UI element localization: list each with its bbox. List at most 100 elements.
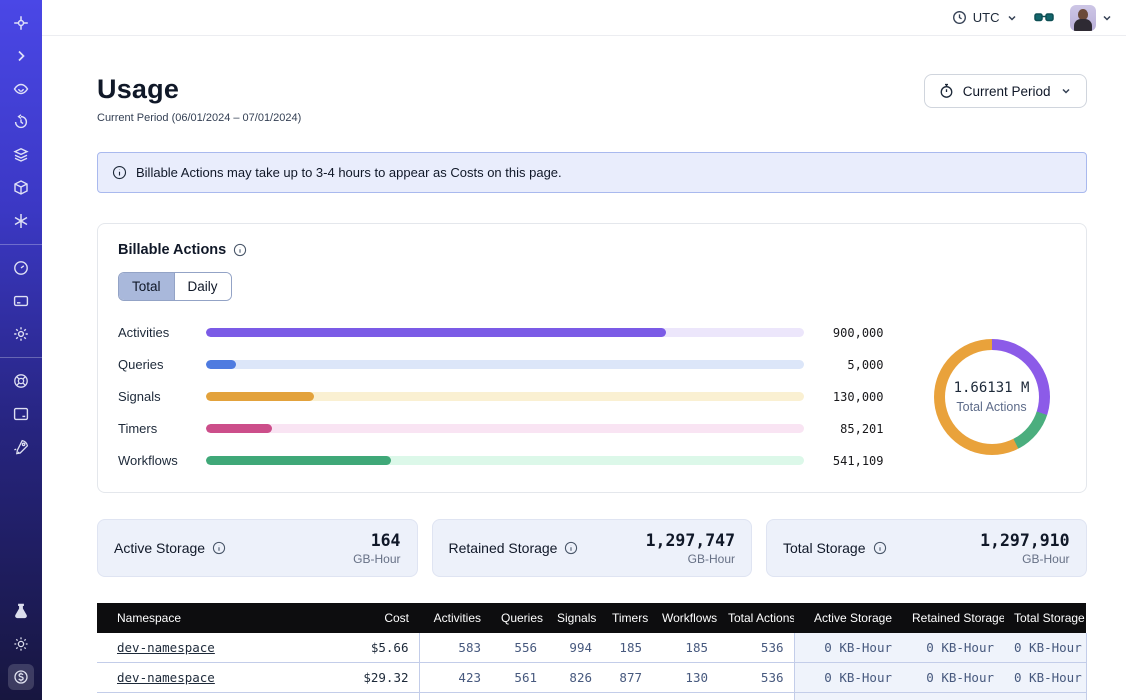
column-header: Retained Storage <box>902 603 1004 633</box>
usage-gauge-icon[interactable] <box>8 255 34 281</box>
bar-value: 900,000 <box>804 326 884 340</box>
sidebar-divider <box>0 244 42 245</box>
info-icon[interactable] <box>873 541 887 555</box>
tab-total[interactable]: Total <box>119 273 174 300</box>
period-selector-label: Current Period <box>963 84 1051 99</box>
feedback-glasses-icon[interactable] <box>1034 11 1054 25</box>
bar-label: Timers <box>118 421 206 436</box>
cell-total-actions: 130 <box>718 693 794 700</box>
info-icon[interactable] <box>212 541 226 555</box>
cell-cost: $29.32 <box>349 663 419 693</box>
topbar: UTC <box>42 0 1126 36</box>
deployments-icon[interactable] <box>8 142 34 168</box>
namespace-usage-table: NamespaceCostActivitiesQueriesSignalsTim… <box>97 603 1087 700</box>
cell-retained-storage: 0 KB-Hour <box>902 633 1004 663</box>
cell-active-storage: 0 KB-Hour <box>794 633 902 663</box>
cli-terminal-icon[interactable] <box>8 401 34 427</box>
column-header: Total Storage <box>1004 603 1086 633</box>
cell-total-actions: 536 <box>718 633 794 663</box>
cell-signals: 826 <box>547 663 602 693</box>
cell-queries: 561 <box>491 663 547 693</box>
account-menu[interactable] <box>1070 5 1113 31</box>
bar-label: Queries <box>118 357 206 372</box>
cell-cost: $5.66 <box>349 633 419 663</box>
schedules-icon[interactable] <box>8 109 34 135</box>
bar-track <box>206 424 804 433</box>
column-header: Activities <box>419 603 491 633</box>
chevron-down-icon <box>1060 85 1072 97</box>
cell-active-storage: 0 KB-Hour <box>794 663 902 693</box>
chevron-down-icon <box>1101 12 1113 24</box>
bar-label: Signals <box>118 389 206 404</box>
card-title: Billable Actions <box>118 242 226 258</box>
namespace-link[interactable]: dev-namespace <box>117 670 215 685</box>
bar-value: 541,109 <box>804 454 884 468</box>
table-row: dev-namespace$5.665835569941851855360 KB… <box>97 633 1086 663</box>
bar-label: Workflows <box>118 453 206 468</box>
column-header: Signals <box>547 603 602 633</box>
namespaces-icon[interactable] <box>8 76 34 102</box>
period-selector-button[interactable]: Current Period <box>924 74 1087 108</box>
info-icon[interactable] <box>564 541 578 555</box>
billable-actions-card: Billable Actions Total Daily Activities9… <box>97 223 1087 493</box>
table-header-row: NamespaceCostActivitiesQueriesSignalsTim… <box>97 603 1086 633</box>
sidebar <box>0 0 42 700</box>
bar-fill <box>206 392 314 401</box>
theme-sun-icon[interactable] <box>8 631 34 657</box>
bar-fill <box>206 360 236 369</box>
avatar-body <box>1074 19 1092 31</box>
usage-dollar-icon[interactable] <box>8 664 34 690</box>
bar-value: 85,201 <box>804 422 884 436</box>
billable-actions-chart: Activities900,000Queries5,000Signals130,… <box>118 325 1066 468</box>
cell-active-storage: 0 KB-Hour <box>794 693 902 700</box>
workflows-cube-icon[interactable] <box>8 175 34 201</box>
cell-workflows: 185 <box>652 633 718 663</box>
cell-total-actions: 536 <box>718 663 794 693</box>
column-header: Namespace <box>97 603 349 633</box>
cell-retained-storage: 0 KB-Hour <box>902 663 1004 693</box>
cell-queries: 556 <box>491 633 547 663</box>
timezone-selector[interactable]: UTC <box>952 10 1018 25</box>
total-actions-value: 1.66131 M <box>954 380 1030 396</box>
bar-row: Queries5,000 <box>118 357 884 372</box>
bar-fill <box>206 424 272 433</box>
sidebar-divider <box>0 357 42 358</box>
nexus-asterisk-icon[interactable] <box>8 208 34 234</box>
stat-label: Retained Storage <box>449 540 558 556</box>
stat-value: 164 <box>353 531 400 550</box>
cell-namespace: dev-namespace <box>97 693 349 700</box>
bar-track <box>206 360 804 369</box>
support-lifebuoy-icon[interactable] <box>8 368 34 394</box>
temporal-logo-icon[interactable] <box>8 10 34 36</box>
stat-unit: GB-Hour <box>980 552 1069 566</box>
cell-activities: 492 <box>419 693 491 700</box>
stat-unit: GB-Hour <box>646 552 735 566</box>
page-content: Usage Current Period (06/01/2024 – 07/01… <box>42 36 1126 700</box>
page-title: Usage <box>97 74 301 105</box>
total-actions-label: Total Actions <box>956 400 1026 414</box>
bar-fill <box>206 328 666 337</box>
collapse-chevron-icon[interactable] <box>8 43 34 69</box>
tab-daily[interactable]: Daily <box>174 273 231 300</box>
labs-flask-icon[interactable] <box>8 598 34 624</box>
column-header: Queries <box>491 603 547 633</box>
bar-row: Activities900,000 <box>118 325 884 340</box>
settings-gear-icon[interactable] <box>8 321 34 347</box>
avatar <box>1070 5 1096 31</box>
main-area: UTC Usage Current Period (06/01/2024 – 0… <box>42 0 1126 700</box>
cell-timers: 816 <box>602 693 652 700</box>
stat-value: 1,297,910 <box>980 531 1069 550</box>
stat-label: Total Storage <box>783 540 866 556</box>
view-toggle: Total Daily <box>118 272 232 301</box>
cell-namespace: dev-namespace <box>97 633 349 663</box>
cell-namespace: dev-namespace <box>97 663 349 693</box>
getting-started-rocket-icon[interactable] <box>8 434 34 460</box>
bar-track <box>206 456 804 465</box>
column-header: Workflows <box>652 603 718 633</box>
column-header: Total Actions <box>718 603 794 633</box>
cell-activities: 423 <box>419 663 491 693</box>
namespace-link[interactable]: dev-namespace <box>117 640 215 655</box>
billing-card-icon[interactable] <box>8 288 34 314</box>
info-icon[interactable] <box>233 243 247 257</box>
cell-retained-storage: 0 KB-Hour <box>902 693 1004 700</box>
